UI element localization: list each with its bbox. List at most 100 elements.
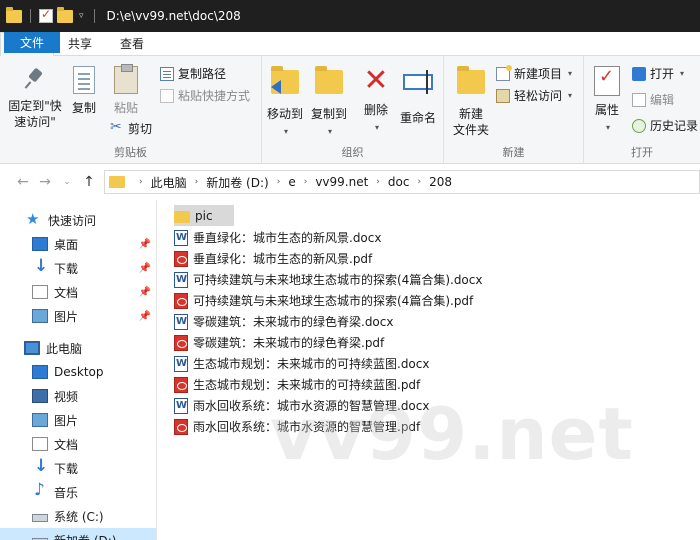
nav-quick-access[interactable]: 快速访问 (0, 208, 156, 232)
file-name: 可持续建筑与未来地球生态城市的探索(4篇合集).docx (193, 273, 483, 287)
pdf-icon (174, 376, 188, 393)
open-button[interactable]: 打开 ▾ (632, 65, 684, 82)
drive-icon (32, 514, 48, 522)
nav-drive-d[interactable]: 新加卷 (D:) (0, 528, 156, 540)
move-to-button[interactable]: 移动到 ▾ (264, 66, 306, 140)
paste-button[interactable]: 粘贴 (106, 64, 146, 116)
properties-icon[interactable] (39, 7, 53, 23)
list-item[interactable]: 零碳建筑：未来城市的绿色脊梁.docx (174, 311, 399, 332)
breadcrumb-208[interactable]: 208 (429, 175, 452, 189)
chevron-right-icon[interactable]: › (304, 177, 308, 187)
textbox-icon (403, 70, 433, 94)
properties-icon (594, 66, 620, 96)
up-arrow-icon[interactable]: ↑ (78, 174, 100, 190)
tab-share[interactable]: 共享 (54, 32, 106, 56)
copy-path-button[interactable]: 复制路径 (160, 65, 226, 82)
cut-button[interactable]: 剪切 (110, 119, 153, 137)
nav-pictures[interactable]: 图片 (0, 408, 156, 432)
history-label: 历史记录 (650, 119, 699, 133)
pin-icon (24, 68, 46, 90)
list-item[interactable]: 雨水回收系统：城市水资源的智慧管理.pdf (174, 416, 426, 437)
copy-button[interactable]: 复制 (66, 66, 102, 116)
nav-desktop[interactable]: Desktop (0, 360, 156, 384)
chevron-right-icon[interactable]: › (139, 177, 143, 187)
file-name: 生态城市规划：未来城市的可持续蓝图.docx (193, 357, 430, 371)
copy-to-label: 复制到 (310, 107, 347, 121)
clipboard-group-label: 剪贴板 (114, 146, 147, 159)
list-item[interactable]: 雨水回收系统：城市水资源的智慧管理.docx (174, 395, 435, 416)
file-name: 生态城市规划：未来城市的可持续蓝图.pdf (193, 378, 421, 392)
chevron-down-icon: ▾ (327, 127, 332, 136)
new-folder-button[interactable]: 新建 文件夹 (448, 66, 494, 138)
delete-button[interactable]: ✕ 删除 ▾ (358, 66, 394, 136)
nav-documents-pinned[interactable]: 文档 📌 (0, 280, 156, 304)
nav-videos[interactable]: 视频 (0, 384, 156, 408)
paste-shortcut-button[interactable]: 粘贴快捷方式 (160, 87, 250, 104)
nav-label: 音乐 (54, 485, 79, 500)
nav-system-c[interactable]: 系统 (C:) (0, 504, 156, 528)
copy-to-button[interactable]: 复制到 ▾ (308, 66, 350, 140)
scissors-icon (110, 119, 124, 136)
list-item[interactable]: 生态城市规划：未来城市的可持续蓝图.pdf (174, 374, 426, 395)
file-name: 垂直绿化：城市生态的新风景.docx (193, 231, 382, 245)
desktop-icon (32, 365, 48, 379)
easy-access-button[interactable]: 轻松访问 ▾ (496, 87, 572, 104)
nav-this-pc[interactable]: 此电脑 (0, 336, 156, 360)
documents-icon (32, 437, 48, 451)
copy-path-icon (160, 66, 174, 81)
address-bar[interactable]: › 此电脑 › 新加卷 (D:) › e › vv99.net › doc › … (104, 170, 700, 194)
move-to-icon (269, 66, 301, 102)
pin-quick-access-button[interactable]: 固定到"快 速访问" (4, 68, 66, 130)
breadcrumb-vv99[interactable]: vv99.net (315, 175, 368, 189)
customize-toolbar-icon[interactable]: ▿ (79, 11, 84, 21)
nav-pictures-pinned[interactable]: 图片 📌 (0, 304, 156, 328)
new-item-icon (496, 64, 512, 81)
nav-downloads[interactable]: 下载 (0, 456, 156, 480)
new-group-label: 新建 (502, 146, 525, 159)
list-item[interactable]: 垂直绿化：城市生态的新风景.docx (174, 227, 387, 248)
rename-icon (402, 70, 434, 106)
navigation-pane: 快速访问 桌面 📌 下载 📌 文档 📌 图片 📌 此电脑 Desktop 视频 … (0, 200, 157, 540)
file-name: 雨水回收系统：城市水资源的智慧管理.docx (193, 399, 430, 413)
list-item-folder[interactable]: pic (174, 205, 234, 226)
history-icon (632, 118, 646, 133)
back-arrow-icon[interactable]: ← (12, 174, 34, 190)
chevron-right-icon[interactable]: › (417, 177, 421, 187)
cut-label: 剪切 (128, 122, 153, 136)
nav-downloads-pinned[interactable]: 下载 📌 (0, 256, 156, 280)
properties-button[interactable]: 属性 ▾ (590, 66, 624, 136)
window-title: D:\e\vv99.net\doc\208 (106, 9, 241, 23)
rename-button[interactable]: 重命名 (396, 66, 440, 126)
breadcrumb-doc[interactable]: doc (388, 175, 410, 189)
paste-label: 粘贴 (113, 101, 138, 115)
tab-view[interactable]: 查看 (106, 32, 158, 56)
breadcrumb-drive-d[interactable]: 新加卷 (D:) (206, 174, 268, 191)
breadcrumb-e[interactable]: e (288, 175, 295, 189)
edit-button[interactable]: 编辑 (632, 91, 674, 108)
word-doc-icon (174, 229, 188, 246)
copy-path-label: 复制路径 (178, 67, 227, 81)
chevron-right-icon[interactable]: › (277, 177, 281, 187)
tab-file[interactable]: 文件 (4, 32, 61, 53)
list-item[interactable]: 零碳建筑：未来城市的绿色脊梁.pdf (174, 332, 390, 353)
nav-desktop-pinned[interactable]: 桌面 📌 (0, 232, 156, 256)
new-item-button[interactable]: 新建项目 ▾ (496, 64, 572, 82)
separator (30, 9, 31, 23)
file-name: pic (195, 208, 213, 223)
open-group: 属性 ▾ 打开 ▾ 编辑 历史记录 打开 (584, 56, 700, 164)
list-item[interactable]: 生态城市规划：未来城市的可持续蓝图.docx (174, 353, 435, 374)
forward-arrow-icon[interactable]: → (34, 174, 56, 190)
recent-locations-icon[interactable]: ⌄ (56, 177, 78, 187)
nav-music[interactable]: 音乐 (0, 480, 156, 504)
new-folder-icon[interactable] (57, 6, 73, 23)
breadcrumb-this-pc[interactable]: 此电脑 (151, 174, 187, 191)
nav-documents[interactable]: 文档 (0, 432, 156, 456)
file-name: 可持续建筑与未来地球生态城市的探索(4篇合集).pdf (193, 294, 474, 308)
chevron-right-icon[interactable]: › (195, 177, 199, 187)
chevron-right-icon[interactable]: › (376, 177, 380, 187)
list-item[interactable]: 可持续建筑与未来地球生态城市的探索(4篇合集).pdf (174, 290, 479, 311)
folder-icon (457, 66, 485, 94)
list-item[interactable]: 垂直绿化：城市生态的新风景.pdf (174, 248, 378, 269)
history-button[interactable]: 历史记录 (632, 117, 698, 134)
list-item[interactable]: 可持续建筑与未来地球生态城市的探索(4篇合集).docx (174, 269, 488, 290)
